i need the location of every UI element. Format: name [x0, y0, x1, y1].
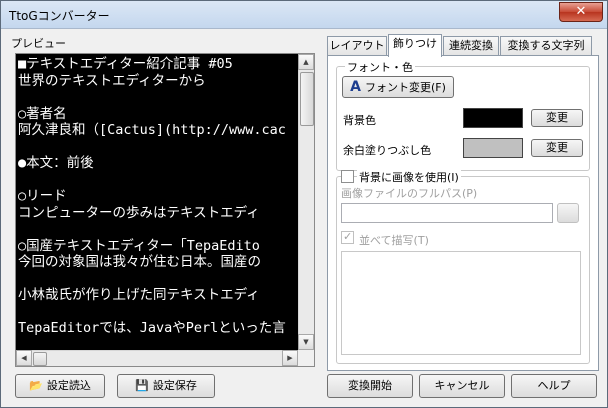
change-background-color-button[interactable]: 変更	[531, 109, 583, 127]
load-settings-label: 設定読込	[46, 379, 91, 392]
preview-line: ●本文：前後	[18, 155, 94, 171]
cancel-button[interactable]: キャンセル	[419, 374, 505, 398]
change-font-button[interactable]: A フォント変更(F)	[342, 76, 454, 98]
folder-open-icon: 📂	[29, 379, 43, 392]
change-font-label: フォント変更(F)	[364, 81, 446, 94]
preview-horizontal-scrollbar[interactable]: ◀ ▶	[16, 350, 298, 366]
preview-line: 世界のテキストエディターから	[18, 72, 206, 89]
preview-pane[interactable]: ■テキストエディター紹介記事 #05 世界のテキストエディターから ○著者名 阿久津…	[15, 53, 315, 367]
start-conversion-button[interactable]: 変換開始	[327, 374, 413, 398]
background-color-swatch	[463, 108, 523, 128]
window-title: TtoGコンバーター	[9, 9, 110, 23]
save-settings-button[interactable]: 💾 設定保存	[117, 374, 215, 398]
use-background-image-checkbox[interactable]	[341, 170, 354, 183]
image-preview-box	[341, 251, 581, 355]
save-icon: 💾	[135, 379, 149, 392]
scroll-down-icon[interactable]: ▼	[298, 334, 314, 350]
app-window: TtoGコンバーター ✕ プレビュー ■テキストエディター紹介記事 #05 世界の…	[0, 0, 608, 408]
scroll-left-icon[interactable]: ◀	[16, 350, 32, 366]
tab-batch-convert[interactable]: 連続変換	[443, 36, 499, 56]
close-button[interactable]: ✕	[559, 2, 603, 22]
preview-vertical-scrollbar[interactable]: ▲ ▼	[298, 54, 314, 350]
scroll-up-icon[interactable]: ▲	[298, 54, 314, 70]
close-icon: ✕	[575, 4, 587, 19]
preview-line: ○国産テキストエディター「TepaEdito	[18, 237, 260, 254]
preview-line: コンピューターの歩みはテキストエディ	[18, 204, 260, 221]
image-path-input[interactable]	[341, 203, 553, 223]
margin-fill-color-label: 余白塗りつぶし色	[343, 144, 432, 157]
preview-line	[18, 89, 300, 106]
preview-line	[18, 139, 300, 156]
horizontal-scroll-thumb[interactable]	[33, 352, 47, 366]
preview-line: ■テキストエディター紹介記事 #05	[18, 56, 233, 72]
background-color-label: 背景色	[343, 114, 376, 127]
tab-decoration[interactable]: 飾りつけ	[388, 34, 442, 57]
title-bar[interactable]: TtoGコンバーター ✕	[1, 1, 607, 29]
preview-line: ○リード	[18, 188, 67, 204]
preview-line	[18, 271, 300, 288]
browse-image-button[interactable]	[557, 203, 579, 223]
tab-layout[interactable]: レイアウト	[327, 36, 387, 56]
preview-line: 小林哉氏が作り上げた同テキストエディ	[18, 287, 260, 303]
background-image-group: 背景に画像を使用(I) 画像ファイルのフルパス(P) 並べて描写(T)	[336, 169, 590, 364]
help-button[interactable]: ヘルプ	[511, 374, 597, 398]
save-settings-label: 設定保存	[152, 379, 197, 392]
preview-line: ○著者名	[18, 105, 67, 122]
tile-image-checkbox[interactable]	[341, 230, 354, 244]
load-settings-button[interactable]: 📂 設定読込	[15, 374, 105, 398]
font-color-legend: フォント・色	[345, 59, 415, 75]
preview-line	[18, 221, 300, 238]
scrollbar-corner	[298, 350, 314, 366]
font-icon: A	[350, 79, 361, 95]
preview-line	[18, 304, 300, 321]
margin-fill-color-swatch	[463, 138, 523, 158]
preview-text: ■テキストエディター紹介記事 #05 世界のテキストエディターから ○著者名 阿久津…	[18, 56, 300, 352]
preview-line: TepaEditorでは、JavaやPerlといった言	[18, 320, 286, 336]
preview-line: 今回の対象国は我々が住む日本。国産の	[18, 254, 261, 270]
use-background-image-label: 背景に画像を使用(I)	[357, 169, 461, 185]
preview-line: 阿久津良和（[Cactus](http://www.cac	[18, 122, 286, 138]
change-margin-fill-color-button[interactable]: 変更	[531, 139, 583, 157]
image-path-label: 画像ファイルのフルパス(P)	[341, 187, 478, 200]
preview-line	[18, 172, 300, 189]
tab-convert-strings[interactable]: 変換する文字列	[500, 36, 592, 56]
decoration-panel: フォント・色 A フォント変更(F) 背景色 変更 余白塗りつぶし色 変更 背景に…	[327, 55, 599, 371]
tile-image-label: 並べて描写(T)	[359, 234, 429, 247]
scroll-right-icon[interactable]: ▶	[282, 350, 298, 366]
font-color-group: フォント・色 A フォント変更(F) 背景色 変更 余白塗りつぶし色 変更	[336, 59, 590, 171]
vertical-scroll-thumb[interactable]	[300, 72, 314, 126]
preview-label: プレビュー	[11, 37, 66, 50]
